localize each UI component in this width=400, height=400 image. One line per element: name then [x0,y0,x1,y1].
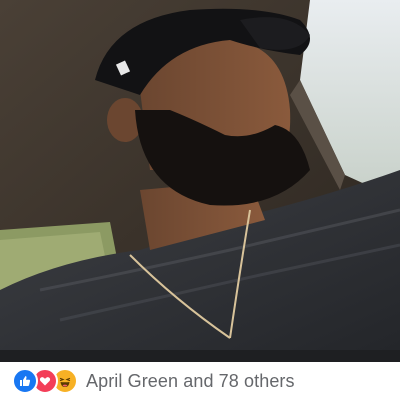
photo-bottom-border [0,350,400,362]
post-card: April Green and 78 others [0,0,400,400]
post-photo[interactable] [0,0,400,350]
reactors-summary[interactable]: April Green and 78 others [86,371,295,392]
reaction-icons[interactable] [12,368,78,394]
like-icon [12,368,38,394]
reactions-bar[interactable]: April Green and 78 others [0,362,400,400]
photo-illustration [0,0,400,350]
